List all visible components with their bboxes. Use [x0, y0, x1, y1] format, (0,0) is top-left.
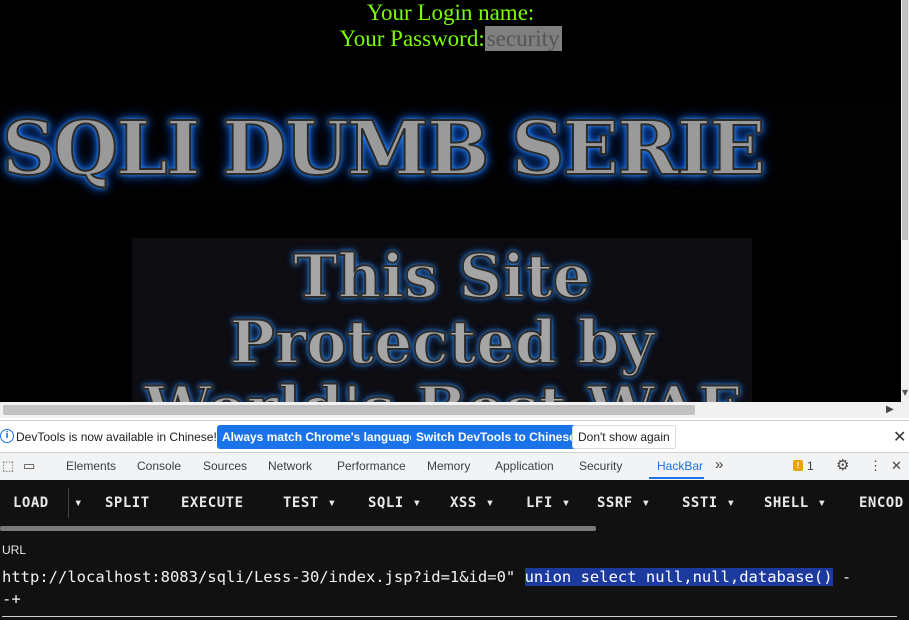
xss-label: XSS: [450, 495, 477, 511]
password-line: Your Password:security: [0, 26, 901, 52]
more-tabs-chevron-icon[interactable]: »: [715, 456, 723, 473]
tab-hackbar[interactable]: HackBar: [657, 459, 703, 473]
vertical-scroll-thumb[interactable]: [902, 0, 908, 240]
devtools-language-infobar: i DevTools is now available in Chinese! …: [0, 420, 909, 453]
sqli-banner: SQLI DUMB SERIE: [0, 104, 901, 200]
devtools-tabbar: ⬚ ▭ Elements Console Sources Network Per…: [0, 452, 909, 481]
url-selected-text: union select null,null,database(): [524, 568, 833, 586]
shell-menu-button[interactable]: SHELL ▾: [764, 495, 827, 511]
url-input[interactable]: http://localhost:8083/sqli/Less-30/index…: [2, 566, 902, 612]
lfi-label: LFI: [526, 495, 553, 511]
horizontal-scroll-thumb[interactable]: [3, 405, 695, 415]
switch-chinese-button[interactable]: Switch DevTools to Chinese: [411, 425, 581, 449]
close-devtools-icon[interactable]: ✕: [891, 458, 902, 474]
sqli-label: SQLI: [368, 495, 404, 511]
url-label: URL: [2, 543, 27, 557]
infobar-message: DevTools is now available in Chinese!: [16, 430, 217, 444]
tab-performance[interactable]: Performance: [337, 459, 406, 473]
login-name-label: Your Login name:: [366, 0, 535, 25]
tab-sources[interactable]: Sources: [203, 459, 247, 473]
toolbar-scroll-thumb[interactable]: [0, 526, 596, 531]
shell-label: SHELL: [764, 495, 809, 511]
test-menu-button[interactable]: TEST ▾: [283, 495, 337, 511]
split-button[interactable]: SPLIT: [105, 495, 150, 511]
more-options-icon[interactable]: ⋮: [869, 458, 882, 474]
scroll-right-arrow-icon[interactable]: ▶: [886, 404, 894, 415]
banner-title: SQLI DUMB SERIE: [1, 105, 767, 193]
device-toolbar-icon[interactable]: ▭: [23, 458, 35, 474]
horizontal-scrollbar[interactable]: ▶: [0, 402, 909, 418]
tab-network[interactable]: Network: [268, 459, 312, 473]
ssti-label: SSTI: [682, 495, 718, 511]
waf-banner: This Site Protected by World's Best WAF: [132, 238, 752, 402]
load-dropdown-chevron-icon[interactable]: ▾: [74, 495, 83, 511]
scroll-down-arrow-icon[interactable]: ▼: [902, 388, 908, 397]
info-icon: i: [0, 429, 14, 443]
tab-security[interactable]: Security: [579, 459, 622, 473]
ssrf-label: SSRF: [597, 495, 633, 511]
password-value: security: [484, 26, 562, 51]
hackbar-panel: LOAD ▾ SPLIT EXECUTE TEST ▾ SQLI ▾ XSS ▾…: [0, 480, 909, 620]
waf-line-1: This Site: [292, 241, 592, 313]
xss-menu-button[interactable]: XSS ▾: [450, 495, 495, 511]
test-label: TEST: [283, 495, 319, 511]
lfi-menu-button[interactable]: LFI ▾: [526, 495, 571, 511]
ssrf-menu-button[interactable]: SSRF ▾: [597, 495, 651, 511]
password-label: Your Password:: [339, 26, 485, 51]
load-button[interactable]: LOAD: [13, 495, 49, 511]
tab-console[interactable]: Console: [137, 459, 181, 473]
encode-menu-button[interactable]: ENCOD: [859, 495, 904, 511]
tab-elements[interactable]: Elements: [66, 459, 116, 473]
url-input-underline: [2, 616, 897, 617]
vertical-scrollbar[interactable]: ▼: [901, 0, 909, 402]
dont-show-again-button[interactable]: Don't show again: [572, 425, 676, 449]
url-text: http://localhost:8083/sqli/Less-30/index…: [2, 568, 525, 586]
hackbar-toolbar: LOAD ▾ SPLIT EXECUTE TEST ▾ SQLI ▾ XSS ▾…: [0, 480, 909, 526]
toolbar-divider: [68, 488, 69, 518]
match-language-button[interactable]: Always match Chrome's language: [217, 425, 422, 449]
warning-count[interactable]: 1: [807, 459, 814, 473]
waf-line-3: World's Best WAF: [132, 373, 752, 402]
tab-memory[interactable]: Memory: [427, 459, 470, 473]
execute-button[interactable]: EXECUTE: [181, 495, 244, 511]
warning-icon[interactable]: !: [793, 460, 803, 471]
settings-gear-icon[interactable]: ⚙: [836, 456, 849, 474]
tab-application[interactable]: Application: [495, 459, 554, 473]
sqli-menu-button[interactable]: SQLI ▾: [368, 495, 422, 511]
ssti-menu-button[interactable]: SSTI ▾: [682, 495, 736, 511]
waf-line-2: Protected by: [229, 307, 656, 379]
close-icon[interactable]: ✕: [893, 427, 906, 446]
active-tab-indicator: [649, 477, 704, 479]
page-viewport: Your Login name: Your Password:security …: [0, 0, 901, 402]
inspect-element-icon[interactable]: ⬚: [2, 458, 14, 474]
